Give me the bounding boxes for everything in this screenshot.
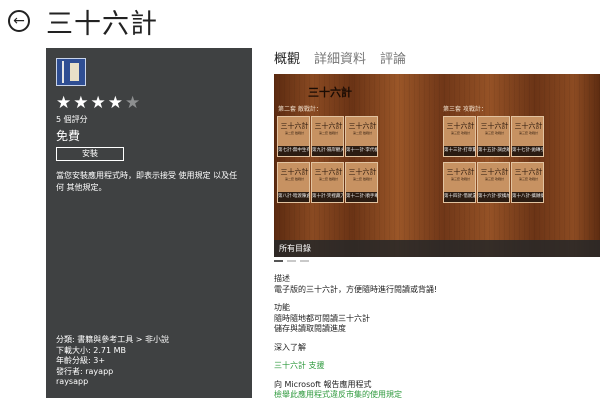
screenshot-tile: 三十六計第三套 攻戰計第十七計·拋磚引玉 [511,116,544,157]
screenshot-pager [274,260,309,262]
publisher-text: 發行者: rayapp [56,366,114,376]
screenshot-bottom-bar: 所有目錄 [274,240,600,257]
app-info-panel: ★★★★★ 5 個評分 免費 安裝 當您安裝應用程式時，即表示接受 使用規定 以… [46,48,252,398]
screenshot-tile: 三十六計第三套 攻戰計第十八計·擒賊擒王 [511,162,544,203]
tab-bar: 概觀 詳細資料 評論 [274,48,406,67]
install-button[interactable]: 安裝 [56,147,124,161]
description-text: 電子版的三十六計，方便隨時進行閱讀或背誦! [274,284,438,294]
download-size-text: 下載大小: 2.71 MB [56,345,126,355]
pager-dot[interactable] [287,260,296,262]
star-icon: ★ [73,93,91,113]
back-arrow-icon: ← [13,13,25,29]
publisher-id-text: raysapp [56,377,89,386]
tab-overview[interactable]: 概觀 [274,48,300,67]
report-heading: 向 Microsoft 報告應用程式 [274,379,372,389]
screenshot-tile: 三十六計 第二套 敵戰計 第九計·隔岸觀火 [311,116,344,157]
screenshot-section-label: 第二套 敵戰計： [278,106,322,113]
star-icon: ★ [90,93,108,113]
tab-details[interactable]: 詳細資料 [314,48,366,67]
rating-stars: ★★★★★ [56,93,142,113]
learn-more-heading: 深入了解 [274,342,306,352]
support-link[interactable]: 三十六計 支援 [274,361,437,372]
star-icon: ★ [56,93,74,113]
half-star-icon: ★ [125,93,143,113]
screenshot-tile: 三十六計第二套 敵戰計第十二計·順手牽羊 [345,162,378,203]
feature-item: 隨時隨地都可閱讀三十六計 [274,313,370,323]
description-heading: 描述 [274,274,290,283]
screenshot-section-label: 第三套 攻戰計： [443,106,487,113]
tab-reviews[interactable]: 評論 [380,48,406,67]
description-section: 描述 電子版的三十六計，方便隨時進行閱讀或背誦! 功能 隨時隨地都可閱讀三十六計… [274,274,437,401]
back-button[interactable]: ← [8,10,30,32]
screenshot-tile: 三十六計第三套 攻戰計第十四計·借屍還魂 [443,162,476,203]
features-heading: 功能 [274,303,290,312]
screenshot-tile: 三十六計第二套 敵戰計第十一計·李代桃僵 [345,116,378,157]
report-link[interactable]: 檢舉此應用程式違反市集的使用規定 [274,390,437,401]
screenshot-title: 三十六計 [308,86,352,99]
screenshot-tile: 三十六計第三套 攻戰計第十六計·欲擒故縱 [477,162,510,203]
screenshot-tile: 三十六計 第二套 敵戰計 第十計·笑裡藏刀 [311,162,344,203]
app-screenshot[interactable]: 三十六計 第二套 敵戰計： 第三套 攻戰計： 三十六計 第二套 敵戰計 第七計·無中… [274,74,600,257]
page-title: 三十六計 [46,9,158,40]
screenshot-tile: 三十六計第三套 攻戰計第十三計·打草驚蛇 [443,116,476,157]
feature-item: 儲存與讀取閱讀進度 [274,324,346,333]
category-text: 分類: 書籍與參考工具 > 非小說 [56,335,170,344]
screenshot-tile: 三十六計 第二套 敵戰計 第七計·無中生有 [277,116,310,157]
app-icon [56,58,86,86]
app-metadata: 分類: 書籍與參考工具 > 非小說 下載大小: 2.71 MB 年齡分級: 3+… [56,335,169,388]
rating-count: 5 個評分 [56,115,88,124]
pager-dot[interactable] [274,260,283,262]
price-label: 免費 [56,129,81,143]
pager-dot[interactable] [300,260,309,262]
age-rating-text: 年齡分級: 3+ [56,356,106,365]
star-icon: ★ [107,93,125,113]
screenshot-tile: 三十六計 第二套 敵戰計 第八計·暗渡陳倉 [277,162,310,203]
terms-text: 當您安裝應用程式時，即表示接受 使用規定 以及任何 其他規定。 [56,171,238,192]
screenshot-tile: 三十六計第三套 攻戰計第十五計·調虎離山 [477,116,510,157]
